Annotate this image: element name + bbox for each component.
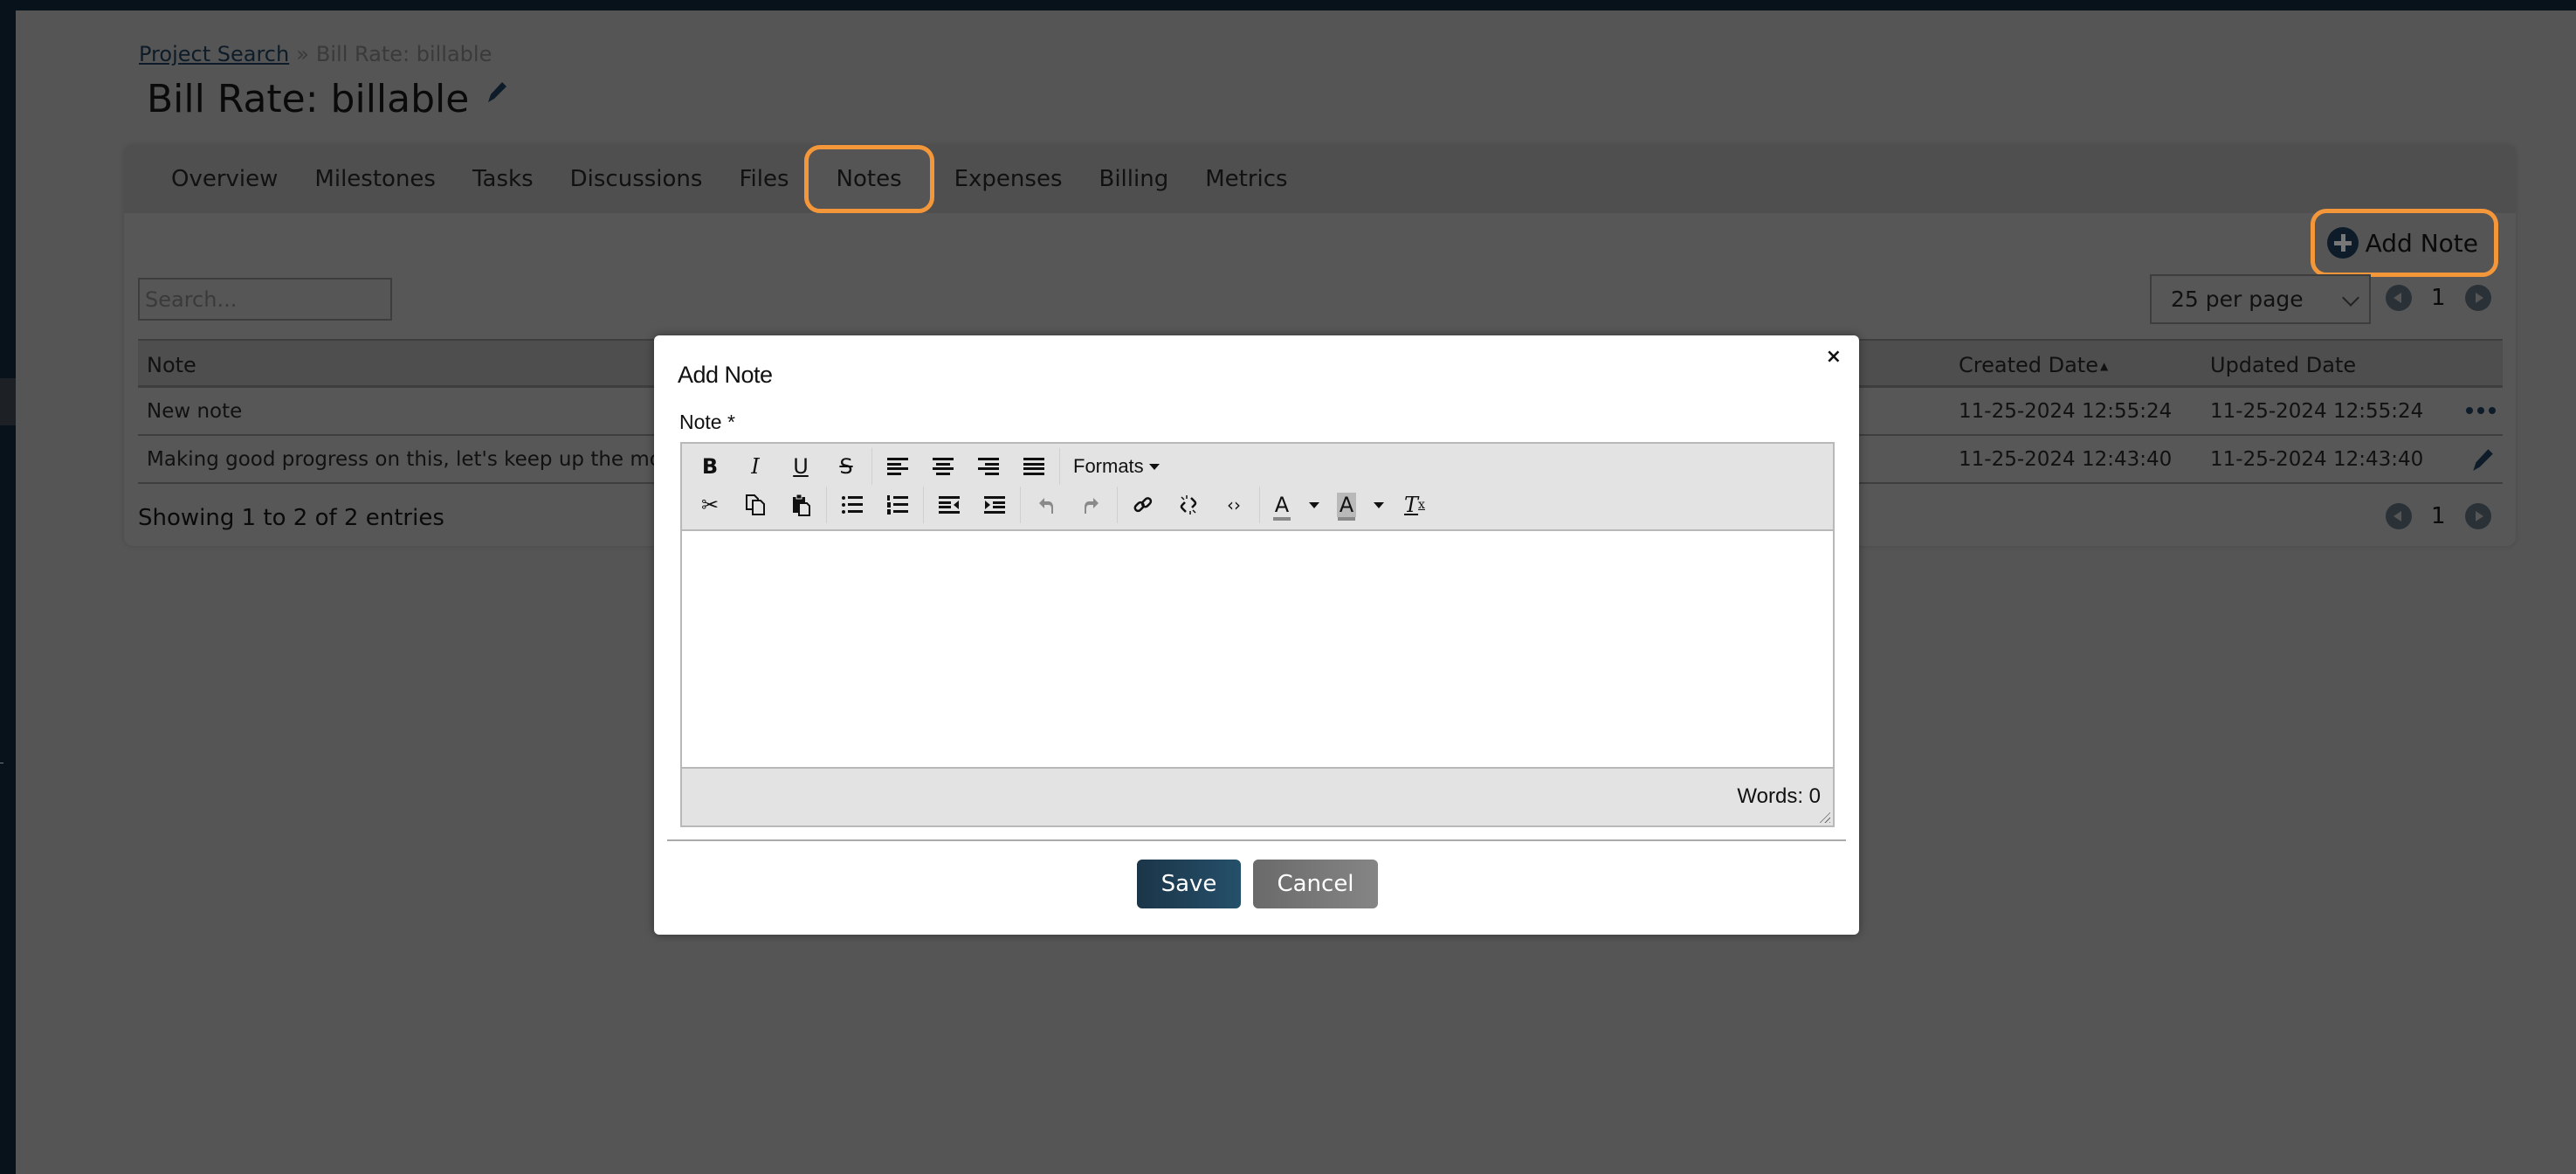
more-icon[interactable] xyxy=(2466,398,2496,414)
editor-toolbar: B I U S Formats ✂ ‹› A A T x xyxy=(682,444,1833,531)
page-title: Bill Rate: billable xyxy=(147,77,470,121)
text-color-icon[interactable]: A xyxy=(1263,487,1301,522)
formats-dropdown[interactable]: Formats xyxy=(1063,455,1170,478)
modal-title: Add Note xyxy=(678,362,773,388)
caret-down-icon xyxy=(1148,463,1160,470)
note-editor-body[interactable] xyxy=(682,531,1833,767)
toolbar-separator xyxy=(826,487,827,523)
close-icon[interactable]: × xyxy=(1826,346,1842,368)
rich-text-editor: B I U S Formats ✂ ‹› A A T x Words: 0 xyxy=(680,442,1835,827)
current-page[interactable]: 1 xyxy=(2431,503,2446,529)
left-sidebar xyxy=(0,0,16,1174)
align-right-icon[interactable] xyxy=(966,449,1011,484)
toolbar-separator xyxy=(1059,448,1060,485)
word-count: Words: 0 xyxy=(1737,784,1821,808)
sidebar-active-item[interactable] xyxy=(0,378,16,425)
cell-updated-date: 11-25-2024 12:43:40 xyxy=(2210,448,2424,471)
column-header-updated-date[interactable]: Updated Date xyxy=(2210,353,2356,377)
toolbar-separator xyxy=(1259,487,1260,523)
breadcrumb: Project Search » Bill Rate: billable xyxy=(139,42,492,66)
background-color-icon[interactable]: A xyxy=(1327,487,1366,522)
pagination-top: 1 xyxy=(2386,285,2491,311)
strikethrough-icon[interactable]: S xyxy=(823,449,869,484)
toolbar-separator xyxy=(871,448,872,485)
undo-icon[interactable] xyxy=(1023,487,1069,522)
cell-note: New note xyxy=(147,400,243,423)
column-header-note[interactable]: Note xyxy=(147,353,196,377)
tab-expenses[interactable]: Expenses xyxy=(936,153,1081,205)
cell-updated-date: 11-25-2024 12:55:24 xyxy=(2210,400,2424,423)
modal-divider xyxy=(667,839,1846,841)
editor-status-bar: Words: 0 xyxy=(682,767,1833,825)
tab-milestones[interactable]: Milestones xyxy=(296,153,454,205)
showing-entries-text: Showing 1 to 2 of 2 entries xyxy=(138,505,444,531)
tab-bar: Overview Milestones Tasks Discussions Fi… xyxy=(124,145,2516,213)
top-bar xyxy=(0,0,2576,10)
add-note-label: Add Note xyxy=(2365,228,2478,258)
next-page-icon[interactable] xyxy=(2464,503,2491,529)
per-page-select[interactable]: 25 per page xyxy=(2150,274,2371,324)
tab-billing[interactable]: Billing xyxy=(1081,153,1188,205)
breadcrumb-link-project-search[interactable]: Project Search xyxy=(139,42,289,66)
background-color-dropdown[interactable] xyxy=(1366,487,1392,522)
toolbar-row-1: B I U S Formats xyxy=(687,448,1170,485)
cut-icon[interactable]: ✂ xyxy=(687,487,733,522)
cancel-button[interactable]: Cancel xyxy=(1253,860,1378,908)
pagination-bottom: 1 xyxy=(2386,503,2491,529)
chevron-down-icon xyxy=(2342,289,2359,307)
bullet-list-icon[interactable] xyxy=(830,487,875,522)
clear-formatting-icon[interactable]: Tx xyxy=(1392,487,1437,522)
cell-created-date: 11-25-2024 12:55:24 xyxy=(1959,400,2173,423)
tab-discussions[interactable]: Discussions xyxy=(552,153,721,205)
toolbar-separator xyxy=(1020,487,1021,523)
sort-ascending-icon: ▲ xyxy=(2099,360,2109,372)
resize-handle-icon[interactable] xyxy=(1818,811,1830,823)
tab-notes[interactable]: Notes xyxy=(803,145,934,213)
search-input[interactable] xyxy=(138,278,392,321)
created-date-label: Created Date xyxy=(1959,353,2098,377)
edit-icon[interactable] xyxy=(2469,446,2496,473)
cell-created-date: 11-25-2024 12:43:40 xyxy=(1959,448,2173,471)
title-row: Bill Rate: billable xyxy=(147,77,509,121)
cell-note: Making good progress on this, let's keep… xyxy=(147,448,727,471)
link-icon[interactable] xyxy=(1120,487,1166,522)
prev-page-icon[interactable] xyxy=(2386,285,2412,311)
tab-tasks[interactable]: Tasks xyxy=(454,153,552,205)
plus-circle-icon xyxy=(2326,227,2359,259)
underline-icon[interactable]: U xyxy=(778,449,823,484)
note-field-label: Note * xyxy=(679,411,735,433)
bold-icon[interactable]: B xyxy=(687,449,733,484)
add-note-button[interactable]: Add Note xyxy=(2310,209,2498,277)
toolbar-separator xyxy=(923,487,924,523)
tab-metrics[interactable]: Metrics xyxy=(1187,153,1305,205)
save-button[interactable]: Save xyxy=(1137,860,1241,908)
breadcrumb-separator: » xyxy=(296,42,309,66)
next-page-icon[interactable] xyxy=(2464,285,2491,311)
per-page-value: 25 per page xyxy=(2171,287,2304,312)
code-icon[interactable]: ‹› xyxy=(1211,487,1257,522)
tab-files[interactable]: Files xyxy=(720,153,807,205)
numbered-list-icon[interactable] xyxy=(875,487,920,522)
copy-icon[interactable] xyxy=(733,487,778,522)
add-note-modal: Add Note × Note * B I U S Formats ✂ ‹› A… xyxy=(654,335,1859,935)
outdent-icon[interactable] xyxy=(926,487,972,522)
toolbar-row-2: ✂ ‹› A A T x xyxy=(687,487,1437,523)
column-header-created-date[interactable]: Created Date ▲ xyxy=(1959,353,2108,377)
formats-label: Formats xyxy=(1073,455,1144,477)
paste-icon[interactable] xyxy=(778,487,823,522)
tab-overview[interactable]: Overview xyxy=(153,153,296,205)
align-left-icon[interactable] xyxy=(875,449,920,484)
align-justify-icon[interactable] xyxy=(1011,449,1057,484)
current-page[interactable]: 1 xyxy=(2431,285,2446,311)
unlink-icon[interactable] xyxy=(1166,487,1211,522)
toolbar-separator xyxy=(1117,487,1118,523)
text-color-dropdown[interactable] xyxy=(1301,487,1327,522)
align-center-icon[interactable] xyxy=(920,449,966,484)
italic-icon[interactable]: I xyxy=(733,449,778,484)
indent-icon[interactable] xyxy=(972,487,1017,522)
redo-icon[interactable] xyxy=(1069,487,1114,522)
prev-page-icon[interactable] xyxy=(2386,503,2412,529)
pencil-icon[interactable] xyxy=(485,79,509,104)
breadcrumb-current: Bill Rate: billable xyxy=(315,42,492,66)
